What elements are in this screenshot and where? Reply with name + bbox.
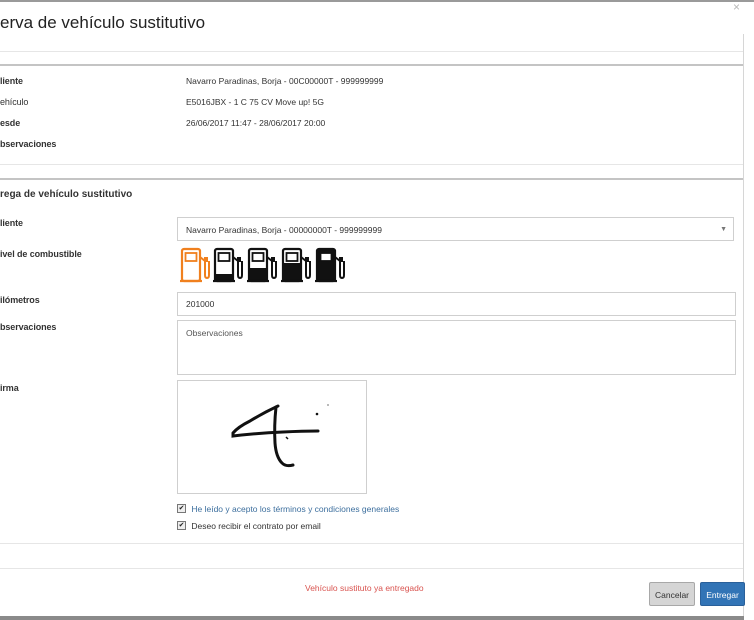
km-input[interactable]: 201000 (177, 292, 736, 316)
email-checkbox[interactable]: ✔ (177, 521, 186, 531)
terms-link[interactable]: He leído y acepto los términos y condici… (191, 504, 399, 514)
close-icon[interactable]: × (733, 0, 740, 14)
summary-from-value: 26/06/2017 11:47 - 28/06/2017 20:00 (186, 118, 326, 128)
fuel-empty-icon[interactable] (180, 246, 210, 284)
fuel-quarter-icon[interactable] (213, 246, 243, 284)
signature-label: irma (0, 383, 19, 393)
email-checkbox-row[interactable]: ✔ Deseo recibir el contrato por email (177, 521, 321, 531)
form-divider (0, 543, 743, 544)
notes-label: bservaciones (0, 322, 57, 332)
modal-title: erva de vehículo sustitutivo (0, 13, 206, 32)
fuel-three-quarter-icon[interactable] (281, 246, 311, 284)
summary-from-label: esde (0, 118, 21, 128)
delivery-top-border (0, 178, 743, 180)
delivery-client-label: liente (0, 218, 23, 228)
summary-notes-label: bservaciones (0, 139, 57, 149)
submit-button[interactable]: Entregar (700, 582, 745, 606)
summary-client-label: liente (0, 76, 23, 86)
email-checkbox-label: Deseo recibir el contrato por email (191, 521, 321, 531)
status-message: Vehículo sustituto ya entregado (305, 583, 424, 593)
fuel-full-icon[interactable] (315, 246, 345, 284)
modal-top-border (0, 0, 754, 2)
terms-checkbox[interactable]: ✔ (177, 504, 186, 514)
summary-client-value: Navarro Paradinas, Borja - 00C00000T - 9… (186, 76, 384, 86)
signature-drawing (231, 404, 329, 468)
delivery-section-title: rega de vehículo sustitutivo (0, 189, 133, 200)
dropdown-arrow-icon: ▼ (720, 226, 727, 233)
footer-divider (0, 568, 743, 569)
summary-top-border (0, 64, 743, 66)
modal-bottom-border (0, 616, 744, 620)
fuel-half-icon[interactable] (247, 246, 277, 284)
summary-divider (0, 164, 743, 165)
signature-pad[interactable] (177, 380, 367, 494)
summary-vehicle-value: E5016JBX - 1 C 75 CV Move up! 5G (186, 97, 324, 107)
fuel-level-label: ivel de combustible (0, 249, 82, 259)
terms-checkbox-row[interactable]: ✔ He leído y acepto los términos y condi… (177, 504, 399, 514)
notes-textarea[interactable]: Observaciones (177, 320, 736, 375)
modal-right-edge (743, 34, 744, 620)
km-label: ilómetros (0, 295, 40, 305)
client-select-value: Navarro Paradinas, Borja - 00000000T - 9… (186, 225, 382, 235)
summary-vehicle-label: ehículo (0, 97, 29, 107)
client-select[interactable]: Navarro Paradinas, Borja - 00000000T - 9… (177, 217, 734, 241)
header-divider (0, 51, 743, 52)
cancel-button[interactable]: Cancelar (649, 582, 695, 606)
